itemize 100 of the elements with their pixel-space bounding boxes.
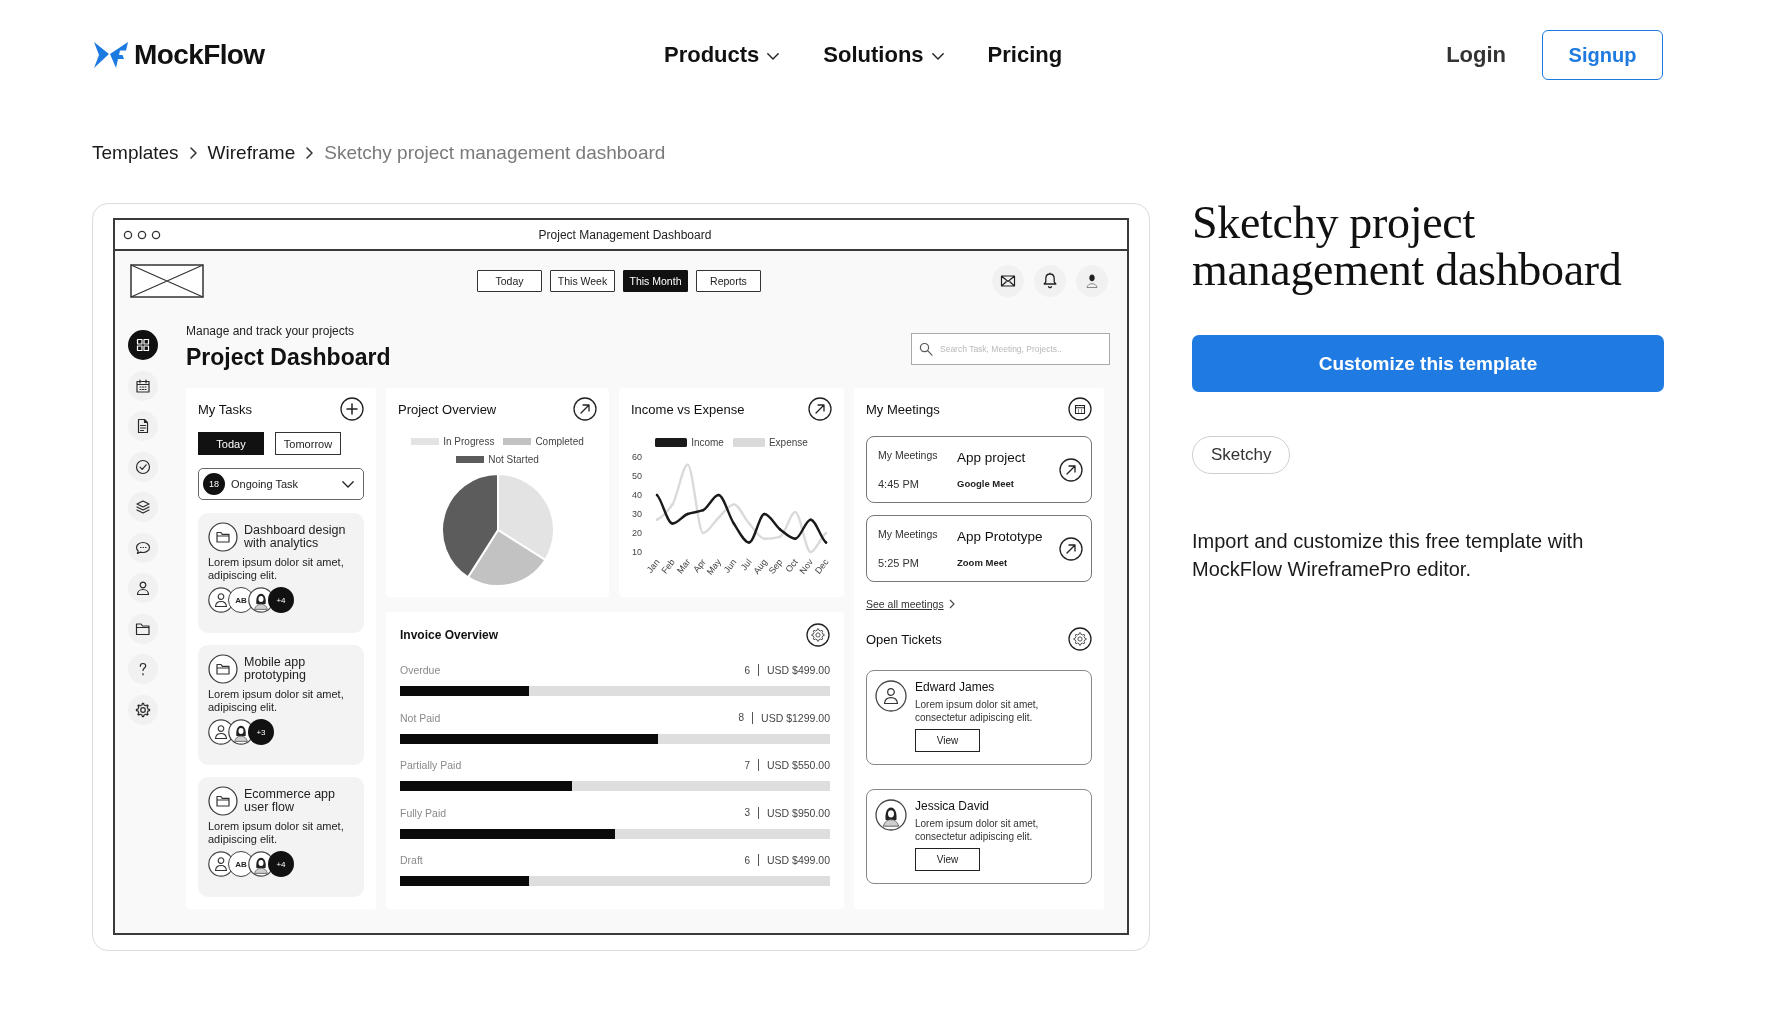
arrow-up-right-icon[interactable]: [1059, 536, 1083, 561]
task-card[interactable]: Dashboard design with analytics Lorem ipsum dolor sit amet, adipiscing elit. AB +4: [198, 513, 364, 633]
task-description: Lorem ipsum dolor sit amet, adipiscing elit.: [208, 688, 345, 714]
sidebar-button[interactable]: [128, 370, 158, 401]
task-title: Ecommerce app user flow: [244, 786, 336, 813]
breadcrumb-link[interactable]: Sketchy project management dashboard: [324, 141, 666, 165]
chevron-down-icon: [767, 53, 780, 60]
legend-label: Expense: [768, 436, 808, 448]
nav-menu-item[interactable]: Solutions: [823, 42, 944, 68]
see-all-link[interactable]: See all meetings: [866, 597, 955, 611]
window-dots-icon: [123, 229, 161, 240]
calendar-icon: [135, 377, 151, 394]
chat-icon: [135, 539, 151, 556]
sidebar-button[interactable]: [128, 492, 158, 522]
task-title: Mobile app prototyping: [244, 654, 307, 681]
nav-menu-item[interactable]: Pricing: [987, 42, 1063, 68]
logo[interactable]: MockFlow: [94, 39, 265, 71]
invoice-count: 7: [744, 759, 750, 771]
axis-tick-label: 50: [632, 471, 642, 481]
sidebar-button[interactable]: [128, 451, 158, 482]
sidebar-button[interactable]: [128, 694, 158, 725]
period-tab[interactable]: This Week: [550, 270, 615, 292]
sidebar-button[interactable]: [128, 613, 158, 644]
search-field[interactable]: Search Task, Meeting, Projects..: [911, 333, 1110, 365]
user-avatar-icon[interactable]: [1076, 265, 1108, 297]
template-title: Sketchy project management dashboard: [1192, 199, 1623, 293]
task-filter-dropdown[interactable]: 18 Ongoing Task: [198, 468, 364, 500]
mail-icon[interactable]: [992, 265, 1024, 297]
meeting-label: My Meetings: [878, 527, 939, 541]
axis-tick-label: Jun: [721, 557, 739, 575]
axis-tick-label: Oct: [783, 557, 800, 575]
task-card[interactable]: Ecommerce app user flow Lorem ipsum dolor sit amet, adipiscing elit. AB +4: [198, 777, 364, 897]
grid-icon: [135, 337, 151, 353]
sidebar-button[interactable]: [128, 573, 158, 603]
view-button[interactable]: View: [915, 848, 980, 871]
axis-tick-label: 20: [632, 528, 642, 538]
period-tab[interactable]: Reports: [696, 270, 761, 292]
sidebar-button[interactable]: [128, 532, 158, 563]
settings-icon[interactable]: [806, 623, 830, 647]
pie-slice: [466, 529, 546, 587]
page-title: Project Dashboard: [186, 343, 391, 372]
signup-button[interactable]: Signup: [1542, 30, 1663, 80]
task-card[interactable]: Mobile app prototyping Lorem ipsum dolor sit amet, adipiscing elit. +3: [198, 645, 364, 765]
count-badge: 18: [203, 473, 225, 495]
legend-swatch-icon: [411, 437, 440, 445]
breadcrumb-link[interactable]: Templates: [92, 141, 179, 165]
invoice-amount: USD $950.00: [766, 806, 830, 819]
period-tab[interactable]: Today: [477, 270, 542, 292]
view-button[interactable]: View: [915, 729, 980, 752]
plus-icon[interactable]: [340, 397, 364, 421]
settings-icon: [135, 701, 151, 718]
logo-icon: [94, 41, 128, 69]
folder-icon: [208, 522, 238, 552]
arrow-up-right-icon[interactable]: [573, 397, 597, 421]
axis-tick-label: 30: [632, 509, 642, 519]
axis-tick-label: Jan: [644, 557, 662, 575]
meeting-platform: Zoom Meet: [957, 556, 1009, 569]
legend-label: Income: [691, 436, 724, 448]
login-link[interactable]: Login: [1446, 42, 1506, 68]
calendar-icon[interactable]: [1068, 397, 1092, 421]
legend-label: In Progress: [443, 435, 495, 447]
axis-tick-label: Mar: [674, 557, 693, 576]
folder-icon: [208, 654, 238, 684]
task-description: Lorem ipsum dolor sit amet, adipiscing elit.: [208, 556, 345, 582]
window-title: Project Management Dashboard: [538, 227, 712, 242]
invoice-status-label: Not Paid: [400, 711, 441, 724]
user-icon: [135, 580, 151, 596]
axis-tick-label: Apr: [691, 557, 708, 575]
nav-menu-item[interactable]: Products: [664, 42, 780, 68]
period-tab[interactable]: This Month: [623, 270, 688, 292]
more-count-badge: +3: [248, 719, 274, 745]
card-title: Income vs Expense: [631, 401, 745, 417]
chevron-right-icon: [189, 147, 197, 159]
legend-label: Not Started: [488, 453, 539, 465]
breadcrumb-link[interactable]: Wireframe: [207, 141, 296, 165]
more-count-badge: +4: [268, 851, 294, 877]
meeting-card[interactable]: My Meetings 5:25 PM App Prototype Zoom Meet: [866, 515, 1092, 582]
ticket-text: Lorem ipsum dolor sit amet, consectetur adipiscing elit.: [915, 698, 1040, 724]
chevron-down-icon: [342, 480, 354, 488]
invoice-count: 6: [744, 854, 750, 866]
task-tab[interactable]: Tomorrow: [275, 432, 341, 455]
sidebar-button[interactable]: [128, 330, 158, 360]
invoice-amount: USD $550.00: [766, 759, 830, 771]
arrow-up-right-icon[interactable]: [808, 397, 832, 421]
sidebar-button[interactable]: [128, 411, 158, 441]
settings-icon[interactable]: [1068, 627, 1092, 651]
customize-button[interactable]: Customize this template: [1192, 335, 1664, 392]
bell-icon[interactable]: [1034, 265, 1066, 297]
task-tab[interactable]: Today: [198, 432, 264, 455]
axis-tick-label: 60: [632, 452, 642, 462]
meeting-label: My Meetings: [878, 448, 939, 462]
chevron-right-icon: [948, 599, 955, 609]
arrow-up-right-icon[interactable]: [1059, 457, 1083, 482]
axis-tick-label: Feb: [659, 557, 677, 576]
card-title: My Meetings: [866, 401, 940, 417]
meeting-time: 4:45 PM: [878, 477, 920, 491]
folder-icon: [135, 620, 151, 637]
meeting-card[interactable]: My Meetings 4:45 PM App project Google Meet: [866, 436, 1092, 503]
task-description: Lorem ipsum dolor sit amet, adipiscing elit.: [208, 820, 345, 846]
ticket-name: Edward James: [915, 680, 995, 694]
